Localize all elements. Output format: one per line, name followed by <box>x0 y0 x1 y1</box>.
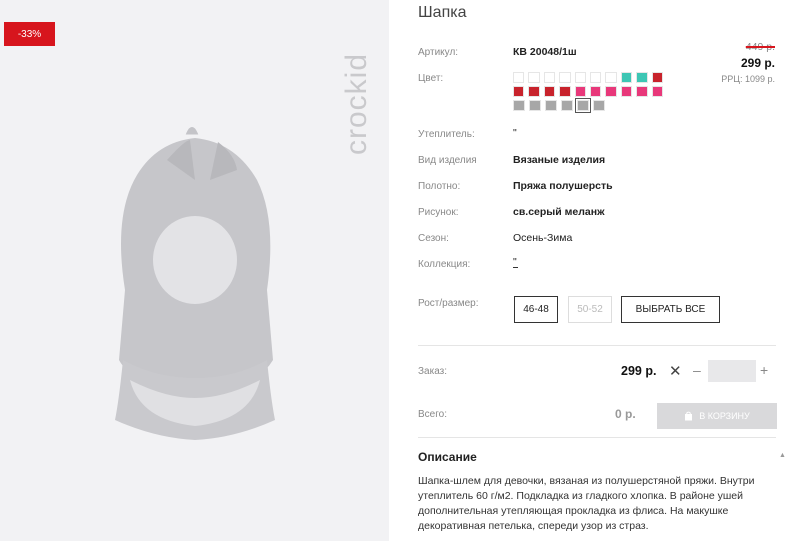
size-option-50-52[interactable]: 50-52 <box>568 296 612 323</box>
color-swatch[interactable] <box>543 72 556 83</box>
fabric-label: Полотно: <box>418 181 461 192</box>
product-details: Шапка Артикул: КВ 20048/1ш 449 р. 299 р.… <box>389 0 800 541</box>
color-swatch[interactable] <box>590 86 602 97</box>
product-gallery: -33% crockid <box>0 0 389 541</box>
article-label: Артикул: <box>418 47 459 58</box>
type-value: Вязаные изделия <box>513 154 606 166</box>
size-option-46-48[interactable]: 46-48 <box>514 296 558 323</box>
color-swatch[interactable] <box>513 86 525 97</box>
size-label: Рост/размер: <box>418 298 479 309</box>
color-swatch[interactable] <box>651 72 664 83</box>
swatch-row <box>513 72 664 83</box>
color-swatch[interactable] <box>574 86 587 97</box>
color-swatch[interactable] <box>575 98 591 113</box>
description-title[interactable]: Описание <box>418 450 477 464</box>
color-swatch[interactable] <box>605 86 617 97</box>
article-value: КВ 20048/1ш <box>513 46 577 58</box>
color-swatch[interactable] <box>651 86 664 97</box>
quantity-input[interactable] <box>708 360 756 382</box>
swatch-row <box>513 86 664 97</box>
insulation-label: Утеплитель: <box>418 129 475 140</box>
color-swatch[interactable] <box>513 72 525 83</box>
color-swatch[interactable] <box>590 72 602 83</box>
color-swatch[interactable] <box>545 100 557 111</box>
type-label: Вид изделия <box>418 155 477 166</box>
fabric-value: Пряжа полушерсть <box>513 180 613 192</box>
increment-button[interactable]: + <box>760 362 768 378</box>
add-to-cart-button[interactable]: В КОРЗИНУ <box>657 403 777 429</box>
color-label: Цвет: <box>418 73 444 84</box>
color-swatch[interactable] <box>620 86 633 97</box>
current-price: 299 р. <box>740 56 775 70</box>
pattern-value: св.серый меланж <box>513 206 605 218</box>
divider <box>418 345 776 346</box>
product-title: Шапка <box>418 4 467 21</box>
color-swatch[interactable] <box>528 86 540 97</box>
select-all-button[interactable]: ВЫБРАТЬ ВСЕ <box>621 296 720 323</box>
color-swatch[interactable] <box>513 100 525 111</box>
color-swatch[interactable] <box>605 72 617 83</box>
total-label: Всего: <box>418 409 447 420</box>
insulation-value: " <box>513 127 517 139</box>
swatch-row <box>513 98 663 113</box>
decrement-button[interactable]: – <box>693 362 701 378</box>
total-value: 0 р. <box>615 407 636 421</box>
pattern-label: Рисунок: <box>418 207 459 218</box>
collection-value[interactable]: " <box>513 256 518 268</box>
order-price: 299 р. <box>621 364 657 378</box>
color-swatch[interactable] <box>528 72 540 83</box>
add-to-cart-label: В КОРЗИНУ <box>699 411 750 421</box>
times-icon: ✕ <box>669 363 682 380</box>
order-label: Заказ: <box>418 366 448 377</box>
color-swatch[interactable] <box>620 72 633 83</box>
season-label: Сезон: <box>418 233 449 244</box>
color-swatch[interactable] <box>574 72 587 83</box>
collapse-caret-icon[interactable]: ▲ <box>779 452 786 459</box>
color-swatches <box>513 72 664 114</box>
color-swatch[interactable] <box>559 72 571 83</box>
color-swatch[interactable] <box>529 100 541 111</box>
color-swatch[interactable] <box>561 100 573 111</box>
discount-badge: -33% <box>4 22 55 46</box>
brand-logo-text: crockid <box>340 53 373 155</box>
collection-label: Коллекция: <box>418 259 471 270</box>
color-swatch[interactable] <box>543 86 556 97</box>
bag-icon <box>685 411 693 421</box>
description-text: Шапка-шлем для девочки, вязаная из полуш… <box>418 475 755 532</box>
brand-logo: crockid <box>340 53 373 155</box>
color-swatch[interactable] <box>593 100 605 111</box>
rrc-price: РРЦ: 1099 р. <box>721 74 775 84</box>
season-value: Осень-Зима <box>513 232 573 244</box>
old-price: 449 р. <box>745 41 775 53</box>
divider <box>418 437 776 438</box>
color-swatch[interactable] <box>559 86 571 97</box>
product-image <box>115 127 275 440</box>
color-swatch[interactable] <box>636 86 648 97</box>
color-swatch[interactable] <box>636 72 648 83</box>
